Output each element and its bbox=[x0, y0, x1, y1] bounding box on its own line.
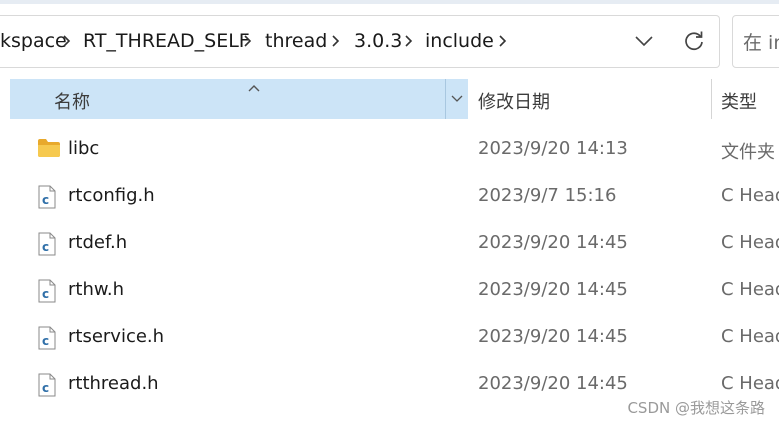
file-row-rtservice[interactable]: c rtservice.h 2023/9/20 14:45 C Head bbox=[10, 316, 779, 362]
column-header-name[interactable]: 名称 bbox=[10, 79, 468, 119]
c-file-icon: c bbox=[37, 373, 57, 401]
file-row-libc[interactable]: libc 2023/9/20 14:13 文件夹 bbox=[10, 128, 779, 174]
refresh-icon[interactable] bbox=[683, 30, 705, 52]
file-date: 2023/9/20 14:45 bbox=[478, 326, 628, 347]
file-date: 2023/9/20 14:45 bbox=[478, 373, 628, 394]
sort-ascending-icon bbox=[247, 78, 261, 97]
file-name: rtthread.h bbox=[68, 373, 159, 394]
c-file-icon: c bbox=[37, 279, 57, 307]
breadcrumb-item-workspace[interactable]: kspace bbox=[0, 28, 67, 54]
svg-text:c: c bbox=[42, 381, 49, 395]
file-type: C Head bbox=[721, 185, 779, 206]
breadcrumb-separator-icon[interactable] bbox=[496, 28, 510, 54]
breadcrumb-separator-icon[interactable] bbox=[241, 28, 255, 54]
c-file-icon: c bbox=[37, 185, 57, 213]
file-date: 2023/9/7 15:16 bbox=[478, 185, 617, 206]
column-header-type[interactable]: 类型 bbox=[712, 79, 779, 119]
file-type: C Head bbox=[721, 326, 779, 347]
breadcrumb-separator-icon[interactable] bbox=[329, 28, 343, 54]
svg-text:c: c bbox=[42, 334, 49, 348]
file-type: C Head bbox=[721, 279, 779, 300]
svg-text:c: c bbox=[42, 287, 49, 301]
search-input[interactable]: 在 in bbox=[732, 15, 779, 68]
file-type: C Head bbox=[721, 232, 779, 253]
file-name: rtservice.h bbox=[68, 326, 165, 347]
file-row-rtconfig[interactable]: c rtconfig.h 2023/9/7 15:16 C Head bbox=[10, 175, 779, 221]
c-file-icon: c bbox=[37, 326, 57, 354]
file-name: rtconfig.h bbox=[68, 185, 155, 206]
file-type: 文件夹 bbox=[721, 142, 775, 163]
breadcrumb-item-thread[interactable]: thread bbox=[265, 28, 327, 54]
file-date: 2023/9/20 14:13 bbox=[478, 138, 628, 159]
search-placeholder: 在 in bbox=[743, 32, 779, 54]
svg-text:c: c bbox=[42, 193, 49, 207]
breadcrumb-item-include[interactable]: include bbox=[425, 28, 494, 54]
breadcrumb-separator-icon[interactable] bbox=[60, 28, 74, 54]
breadcrumb-separator-icon[interactable] bbox=[402, 28, 416, 54]
breadcrumb-item-version[interactable]: 3.0.3 bbox=[354, 28, 402, 54]
column-header-date-label: 修改日期 bbox=[478, 92, 550, 113]
file-name: rtdef.h bbox=[68, 232, 128, 253]
c-file-icon: c bbox=[37, 232, 57, 260]
breadcrumb-item-rt-thread-self[interactable]: RT_THREAD_SELF bbox=[83, 28, 250, 54]
column-header-date[interactable]: 修改日期 bbox=[468, 79, 712, 119]
window-top-edge bbox=[0, 0, 779, 4]
file-row-rthw[interactable]: c rthw.h 2023/9/20 14:45 C Head bbox=[10, 269, 779, 315]
folder-icon bbox=[37, 138, 61, 162]
file-date: 2023/9/20 14:45 bbox=[478, 232, 628, 253]
column-filter-dropdown[interactable] bbox=[445, 79, 468, 119]
file-date: 2023/9/20 14:45 bbox=[478, 279, 628, 300]
file-name: libc bbox=[68, 138, 100, 159]
chevron-down-icon[interactable] bbox=[634, 33, 654, 49]
file-name: rthw.h bbox=[68, 279, 125, 300]
svg-text:c: c bbox=[42, 240, 49, 254]
file-type: C Head bbox=[721, 373, 779, 394]
watermark: CSDN @我想这条路 bbox=[627, 399, 765, 417]
column-header-type-label: 类型 bbox=[721, 92, 757, 113]
column-header-name-label: 名称 bbox=[54, 92, 90, 113]
file-row-rtdef[interactable]: c rtdef.h 2023/9/20 14:45 C Head bbox=[10, 222, 779, 268]
